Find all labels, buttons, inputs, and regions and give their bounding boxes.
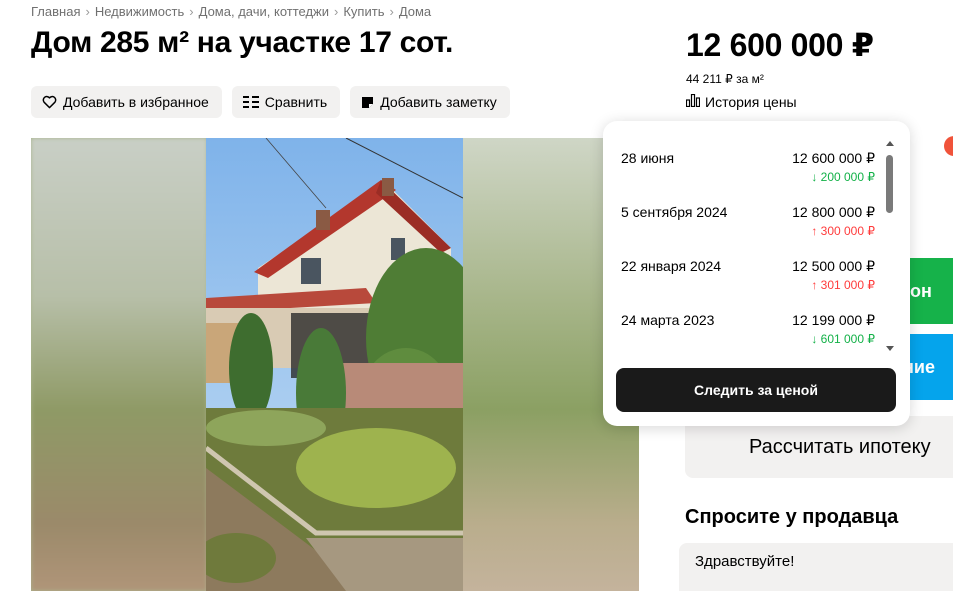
breadcrumb-link-realty[interactable]: Недвижимость [95, 4, 184, 19]
breadcrumb-link-houses[interactable]: Дома [399, 4, 431, 19]
breadcrumb-separator: › [334, 4, 339, 19]
history-change: ↑ 300 000 ₽ [811, 224, 875, 238]
breadcrumb-separator: › [85, 4, 90, 19]
price-history-row: 22 января 2024 12 500 000 ₽ ↑ 301 000 ₽ [621, 257, 883, 311]
breadcrumb: Главная › Недвижимость › Дома, дачи, коттедж… [31, 4, 431, 19]
history-change: ↓ 601 000 ₽ [811, 332, 875, 346]
breadcrumb-link-houses-category[interactable]: Дома, дачи, коттеджи [199, 4, 329, 19]
history-price: 12 199 000 ₽ [792, 312, 875, 328]
scrollbar-thumb[interactable] [886, 155, 893, 213]
price-history-popup: 28 июня 12 600 000 ₽ ↓ 200 000 ₽ 5 сентя… [603, 121, 910, 426]
heart-icon [42, 95, 57, 109]
show-phone-label: он [910, 280, 932, 301]
breadcrumb-link-home[interactable]: Главная [31, 4, 80, 19]
listing-actions: Добавить в избранное Сравнить Добавить з… [31, 86, 510, 118]
compare-label: Сравнить [264, 94, 328, 110]
compare-icon [242, 95, 259, 109]
breadcrumb-link-buy[interactable]: Купить [343, 4, 384, 19]
ask-seller-title: Спросите у продавца [685, 506, 899, 528]
history-scrollbar[interactable] [885, 141, 895, 355]
follow-price-button[interactable]: Следить за ценой [616, 368, 896, 412]
price-history-list: 28 июня 12 600 000 ₽ ↓ 200 000 ₽ 5 сентя… [621, 149, 883, 365]
price-history-row: 24 марта 2023 12 199 000 ₽ ↓ 601 000 ₽ [621, 311, 883, 365]
history-price: 12 600 000 ₽ [792, 150, 875, 166]
compare-button[interactable]: Сравнить [231, 86, 341, 118]
add-to-favorites-label: Добавить в избранное [63, 94, 209, 110]
history-date: 5 сентября 2024 [621, 204, 728, 220]
note-icon [361, 96, 374, 109]
price-history-label: История цены [705, 94, 797, 110]
history-date: 24 марта 2023 [621, 312, 715, 328]
breadcrumb-separator: › [189, 4, 194, 19]
scroll-down-arrow-icon[interactable] [886, 346, 894, 351]
add-to-favorites-button[interactable]: Добавить в избранное [31, 86, 222, 118]
history-change: ↑ 301 000 ₽ [811, 278, 875, 292]
gallery-prev-photo[interactable] [31, 138, 207, 591]
price-history-row: 5 сентября 2024 12 800 000 ₽ ↑ 300 000 ₽ [621, 203, 883, 257]
history-date: 28 июня [621, 150, 675, 166]
price-per-m2: 44 211 ₽ за м² [686, 72, 764, 86]
history-price: 12 800 000 ₽ [792, 204, 875, 220]
listing-price: 12 600 000 ₽ [686, 27, 874, 63]
add-note-button[interactable]: Добавить заметку [350, 86, 510, 118]
notification-badge [944, 136, 953, 156]
ask-seller-message-input[interactable]: Здравствуйте! [679, 543, 953, 591]
photo-gallery[interactable] [31, 138, 639, 591]
price-history-link[interactable]: История цены [685, 93, 797, 110]
page-title: Дом 285 м² на участке 17 сот. [31, 26, 454, 59]
price-history-row: 28 июня 12 600 000 ₽ ↓ 200 000 ₽ [621, 149, 883, 203]
history-date: 22 января 2024 [621, 258, 722, 274]
bar-chart-icon [685, 93, 701, 110]
history-change: ↓ 200 000 ₽ [811, 170, 875, 184]
history-price: 12 500 000 ₽ [792, 258, 875, 274]
scroll-up-arrow-icon[interactable] [886, 141, 894, 146]
breadcrumb-separator: › [389, 4, 394, 19]
add-note-label: Добавить заметку [380, 94, 497, 110]
house-photo[interactable] [206, 138, 463, 591]
